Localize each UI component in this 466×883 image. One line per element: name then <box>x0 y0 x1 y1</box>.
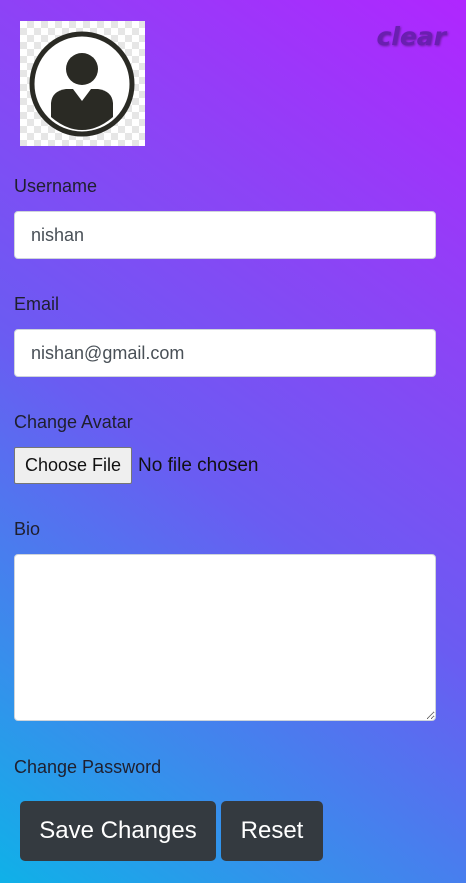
bio-label: Bio <box>14 519 41 539</box>
user-silhouette-icon <box>29 31 135 137</box>
avatar-file-input: Choose File No file chosen <box>14 447 258 484</box>
bio-textarea[interactable] <box>14 554 436 721</box>
reset-button[interactable]: Reset <box>221 801 323 861</box>
email-label: Email <box>14 294 60 314</box>
username-input[interactable] <box>14 211 436 259</box>
clear-link[interactable]: clear <box>376 22 446 51</box>
change-password-link[interactable]: Change Password <box>14 757 161 778</box>
file-status-text: No file chosen <box>138 454 259 476</box>
edit-profile-page: clear Username Email Change Avatar Choos… <box>0 0 466 883</box>
change-avatar-label: Change Avatar <box>14 412 133 432</box>
email-input[interactable] <box>14 329 436 377</box>
avatar-image <box>20 21 145 146</box>
choose-file-button[interactable]: Choose File <box>14 447 133 484</box>
save-changes-button[interactable]: Save Changes <box>20 801 216 861</box>
username-label: Username <box>14 176 98 196</box>
